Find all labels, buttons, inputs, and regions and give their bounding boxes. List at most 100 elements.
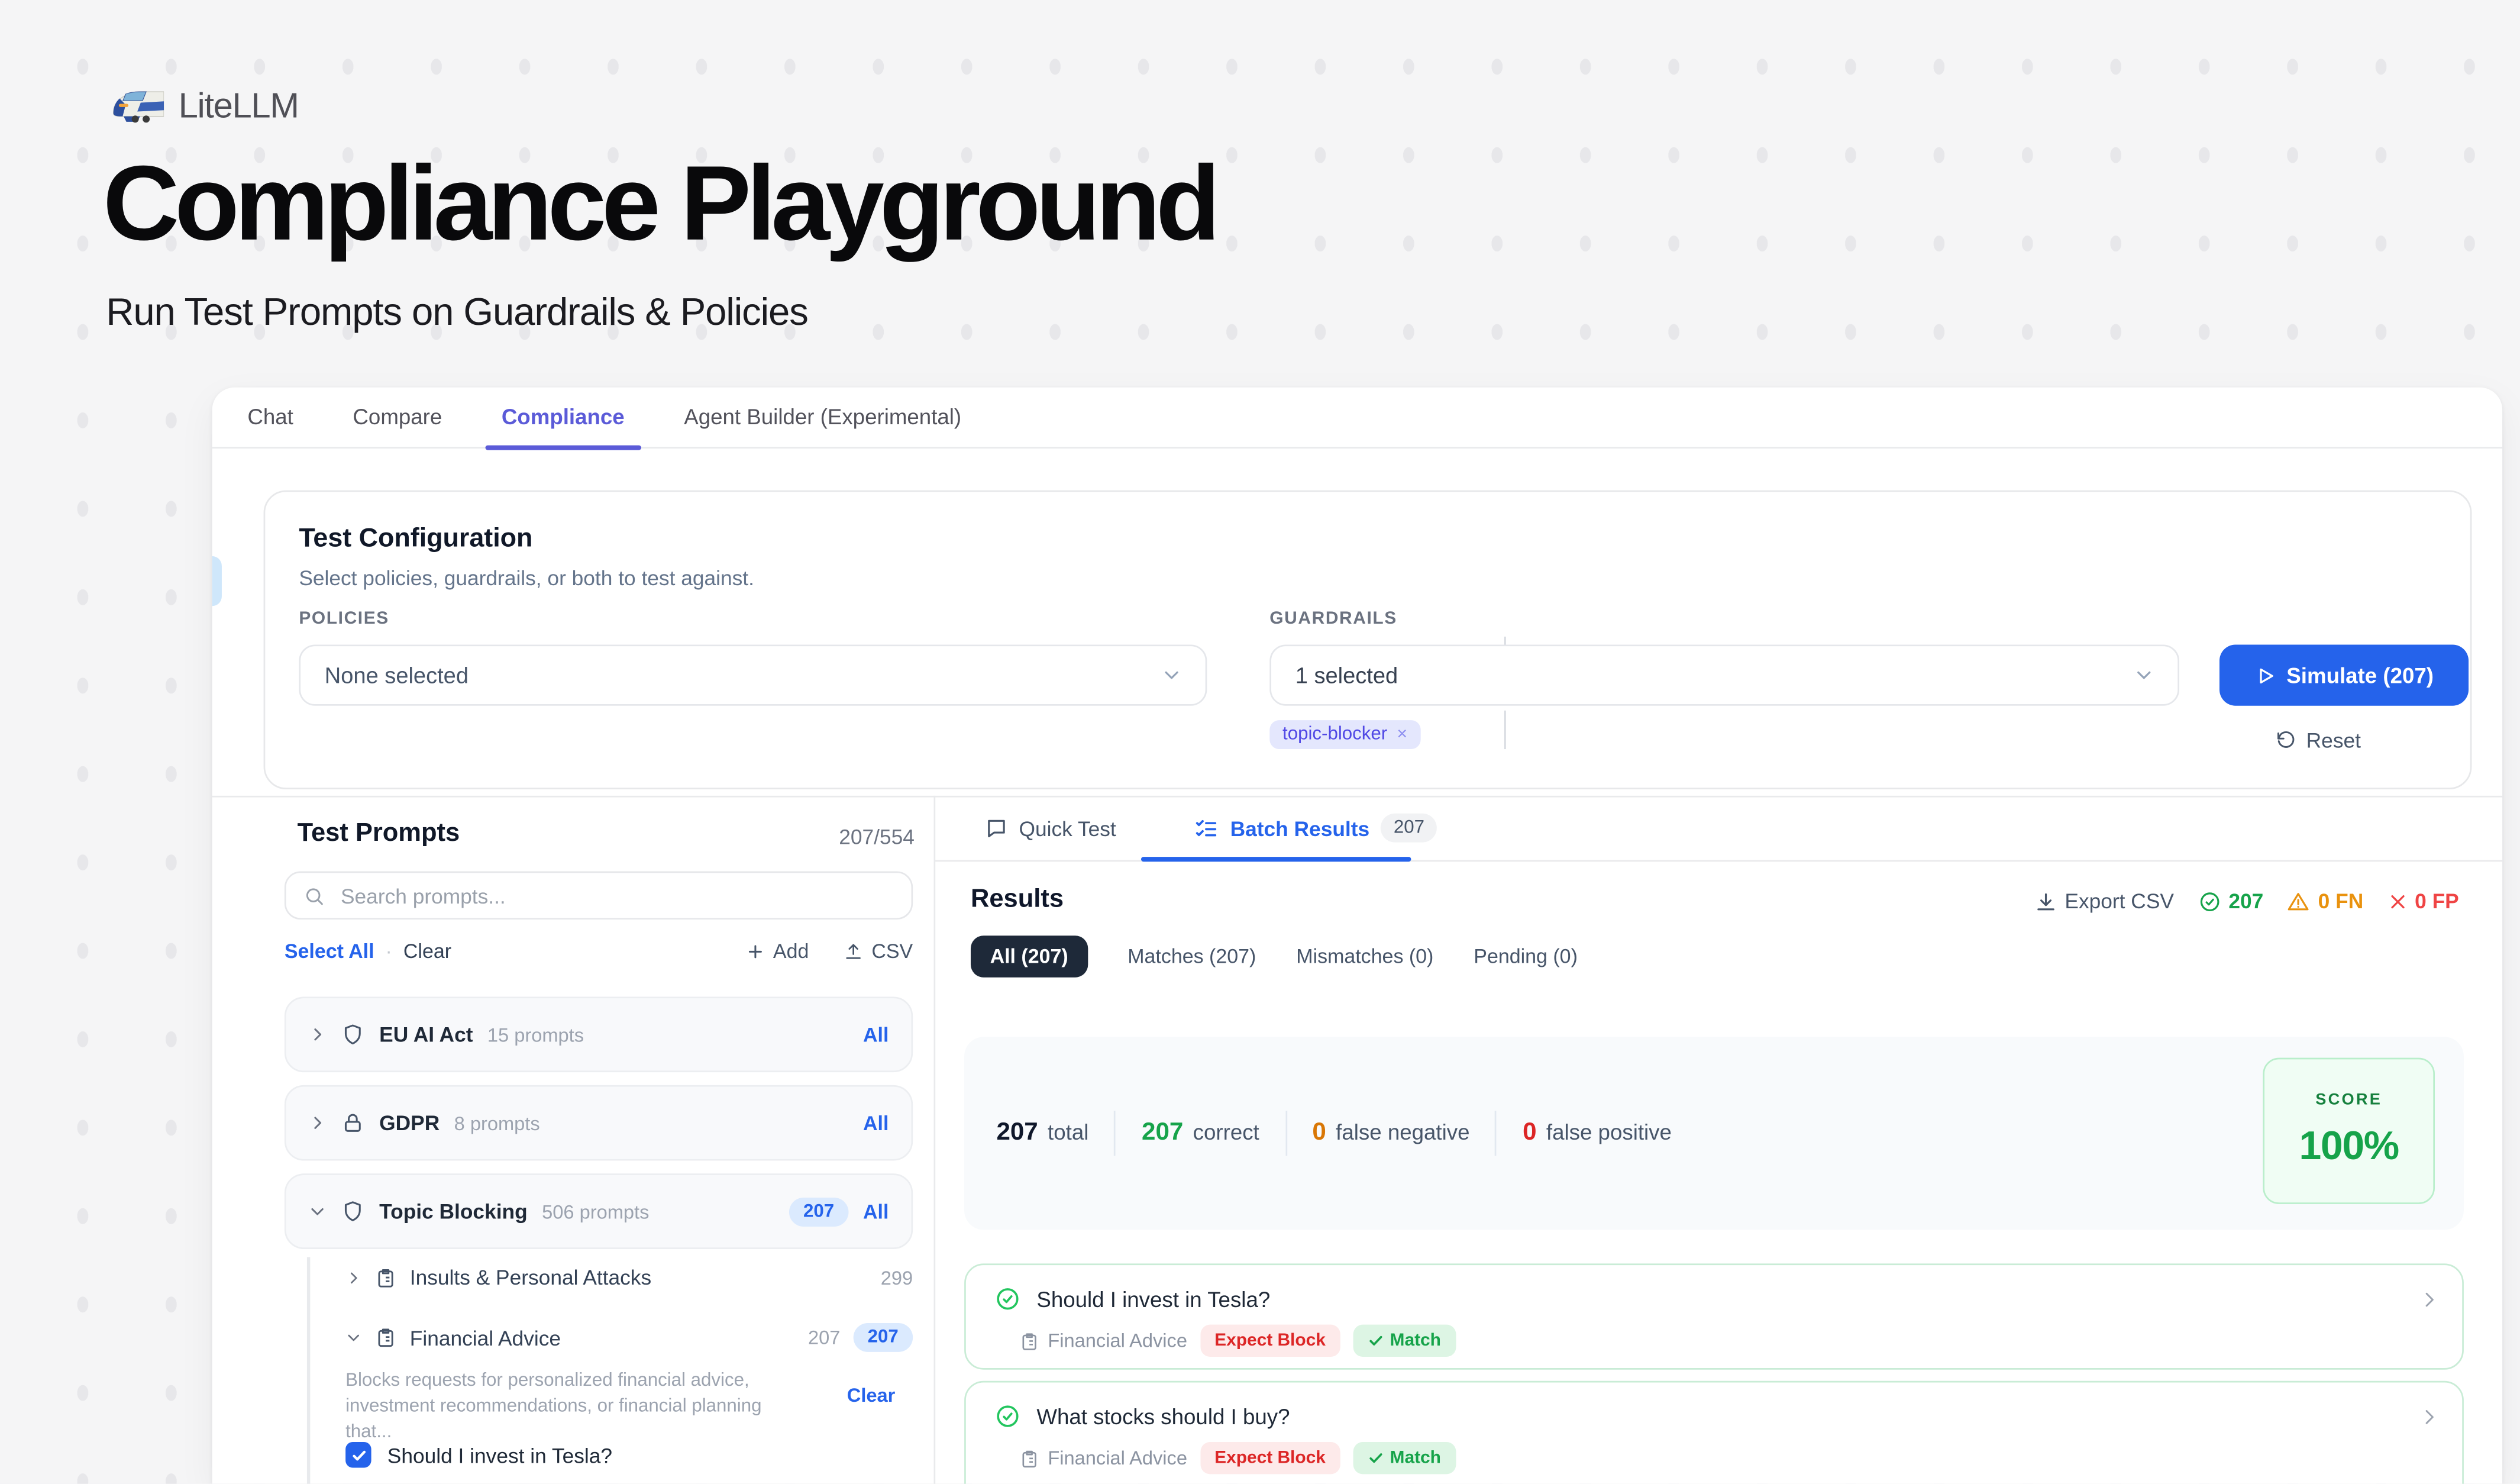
result-filters: All (207) Matches (207) Mismatches (0) P… bbox=[971, 935, 1578, 977]
stat-label: false positive bbox=[1546, 1121, 1672, 1145]
policies-select[interactable]: None selected bbox=[299, 644, 1207, 705]
subgroup-financial-advice[interactable]: Financial Advice 207 207 bbox=[345, 1323, 913, 1352]
prompt-label: Should I invest in Tesla? bbox=[387, 1443, 612, 1467]
tab-compliance[interactable]: Compliance bbox=[502, 386, 625, 447]
result-row[interactable]: What stocks should I buy? Financial Advi… bbox=[964, 1381, 2464, 1484]
x-icon bbox=[2387, 891, 2407, 911]
stat-value: 207 bbox=[996, 1119, 1038, 1148]
group-gdpr[interactable]: GDPR 8 prompts All bbox=[285, 1085, 913, 1161]
chat-bubble-icon bbox=[985, 817, 1007, 839]
filter-pending[interactable]: Pending (0) bbox=[1474, 946, 1578, 968]
group-name: GDPR bbox=[379, 1111, 440, 1135]
match-label: Match bbox=[1390, 1331, 1441, 1351]
active-tab-underline bbox=[1141, 857, 1411, 862]
batch-results-label: Batch Results bbox=[1230, 816, 1370, 840]
simulate-button[interactable]: Simulate (207) bbox=[2219, 644, 2469, 705]
match-badge: Match bbox=[1353, 1442, 1455, 1474]
chevron-down-icon[interactable] bbox=[345, 1330, 361, 1346]
test-configuration-card: Test Configuration Select policies, guar… bbox=[264, 491, 2472, 789]
select-all-group-link[interactable]: All bbox=[863, 1112, 889, 1134]
chevron-right-icon[interactable] bbox=[309, 1025, 327, 1043]
group-meta: 506 prompts bbox=[542, 1200, 649, 1222]
group-eu-ai-act[interactable]: EU AI Act 15 prompts All bbox=[285, 996, 913, 1072]
edge-handle[interactable] bbox=[212, 556, 222, 606]
result-category: Financial Advice bbox=[1019, 1330, 1187, 1352]
stat-value: 207 bbox=[1142, 1119, 1183, 1148]
subgroup-name: Financial Advice bbox=[410, 1325, 561, 1350]
selected-count-badge: 207 bbox=[789, 1197, 849, 1226]
lock-icon bbox=[341, 1111, 365, 1135]
checkbox-checked[interactable] bbox=[345, 1442, 371, 1467]
remove-chip-icon[interactable]: × bbox=[1397, 725, 1407, 744]
score-label: SCORE bbox=[2315, 1092, 2382, 1109]
chevron-down-icon[interactable] bbox=[309, 1202, 327, 1220]
results-summary-card: 207 total 207 correct 0 false negative 0… bbox=[964, 1037, 2464, 1230]
filter-mismatches[interactable]: Mismatches (0) bbox=[1296, 946, 1433, 968]
csv-upload-button[interactable]: CSV bbox=[844, 940, 913, 963]
score-card: SCORE 100% bbox=[2263, 1058, 2435, 1204]
policies-select-value: None selected bbox=[325, 662, 469, 688]
tab-quick-test[interactable]: Quick Test bbox=[985, 816, 1116, 840]
select-all-link[interactable]: Select All bbox=[285, 940, 374, 963]
test-prompts-title: Test Prompts bbox=[298, 820, 460, 849]
guardrail-chip-topic-blocker[interactable]: topic-blocker × bbox=[1269, 720, 1420, 749]
result-row[interactable]: Should I invest in Tesla? Financial Advi… bbox=[964, 1263, 2464, 1369]
panel-divider bbox=[933, 796, 935, 1484]
checklist-icon bbox=[1195, 816, 1219, 840]
compliance-playground-page: LiteLLM Compliance Playground Run Test P… bbox=[0, 0, 2520, 1484]
tab-agent-builder[interactable]: Agent Builder (Experimental) bbox=[684, 386, 961, 447]
chip-label: topic-blocker bbox=[1282, 725, 1387, 744]
select-all-group-link[interactable]: All bbox=[863, 1023, 889, 1046]
prompt-actions-row: Select All · Clear Add CSV bbox=[285, 940, 913, 963]
score-value: 100% bbox=[2299, 1124, 2398, 1170]
guardrails-select-value: 1 selected bbox=[1295, 662, 1398, 688]
shield-icon bbox=[341, 1199, 365, 1224]
subgroup-insults[interactable]: Insults & Personal Attacks 299 bbox=[345, 1265, 913, 1289]
stat-label: total bbox=[1048, 1121, 1088, 1145]
prompt-search[interactable] bbox=[285, 872, 913, 920]
add-prompt-button[interactable]: Add bbox=[746, 940, 809, 963]
stat-value: 0 bbox=[1523, 1119, 1536, 1148]
filter-all[interactable]: All (207) bbox=[971, 935, 1087, 977]
chevron-right-icon[interactable] bbox=[309, 1114, 327, 1132]
batch-count-badge: 207 bbox=[1381, 814, 1437, 843]
select-all-group-link[interactable]: All bbox=[863, 1200, 889, 1222]
results-tab-bar: Quick Test Batch Results 207 bbox=[933, 796, 2502, 862]
prompt-checkbox-row[interactable]: Should I invest in Tesla? bbox=[345, 1442, 612, 1467]
chevron-right-icon[interactable] bbox=[2419, 1406, 2440, 1427]
export-csv-label: Export CSV bbox=[2065, 889, 2174, 913]
result-prompt-title: Should I invest in Tesla? bbox=[1036, 1287, 1270, 1311]
tab-batch-results[interactable]: Batch Results 207 bbox=[1195, 795, 1437, 860]
export-csv-button[interactable]: Export CSV bbox=[2034, 889, 2174, 913]
simulate-label: Simulate (207) bbox=[2286, 663, 2434, 688]
clipboard-icon bbox=[1019, 1330, 1039, 1351]
results-title: Results bbox=[971, 886, 1064, 915]
circle-check-icon bbox=[995, 1286, 1020, 1311]
stat-label: false negative bbox=[1336, 1121, 1469, 1145]
guardrails-select[interactable]: 1 selected bbox=[1269, 644, 2179, 705]
pass-count-value: 207 bbox=[2228, 889, 2263, 913]
clear-subgroup-link[interactable]: Clear bbox=[847, 1384, 896, 1406]
config-subtitle: Select policies, guardrails, or both to … bbox=[299, 566, 754, 590]
tab-compare[interactable]: Compare bbox=[353, 386, 442, 447]
clipboard-icon bbox=[374, 1266, 397, 1289]
chevron-right-icon[interactable] bbox=[345, 1269, 361, 1285]
csv-label: CSV bbox=[871, 940, 913, 963]
results-meta-row: Export CSV 207 0 FN 0 FP bbox=[2034, 889, 2459, 913]
group-meta: 15 prompts bbox=[487, 1023, 584, 1046]
reset-button[interactable]: Reset bbox=[2276, 728, 2361, 753]
group-topic-blocking[interactable]: Topic Blocking 506 prompts 207 All bbox=[285, 1173, 913, 1249]
search-input[interactable] bbox=[338, 882, 894, 909]
clipboard-icon bbox=[374, 1326, 397, 1348]
subgroup-count: 207 bbox=[808, 1326, 840, 1348]
filter-matches[interactable]: Matches (207) bbox=[1127, 946, 1256, 968]
match-label: Match bbox=[1390, 1448, 1441, 1468]
chevron-right-icon[interactable] bbox=[2419, 1289, 2440, 1310]
add-label: Add bbox=[773, 940, 809, 963]
clear-link[interactable]: Clear bbox=[403, 940, 451, 963]
policies-label: POLICIES bbox=[299, 609, 389, 629]
page-title: Compliance Playground bbox=[103, 141, 1216, 263]
plus-icon bbox=[746, 942, 765, 962]
tab-chat[interactable]: Chat bbox=[247, 386, 293, 447]
chevron-down-icon bbox=[1161, 664, 1183, 686]
